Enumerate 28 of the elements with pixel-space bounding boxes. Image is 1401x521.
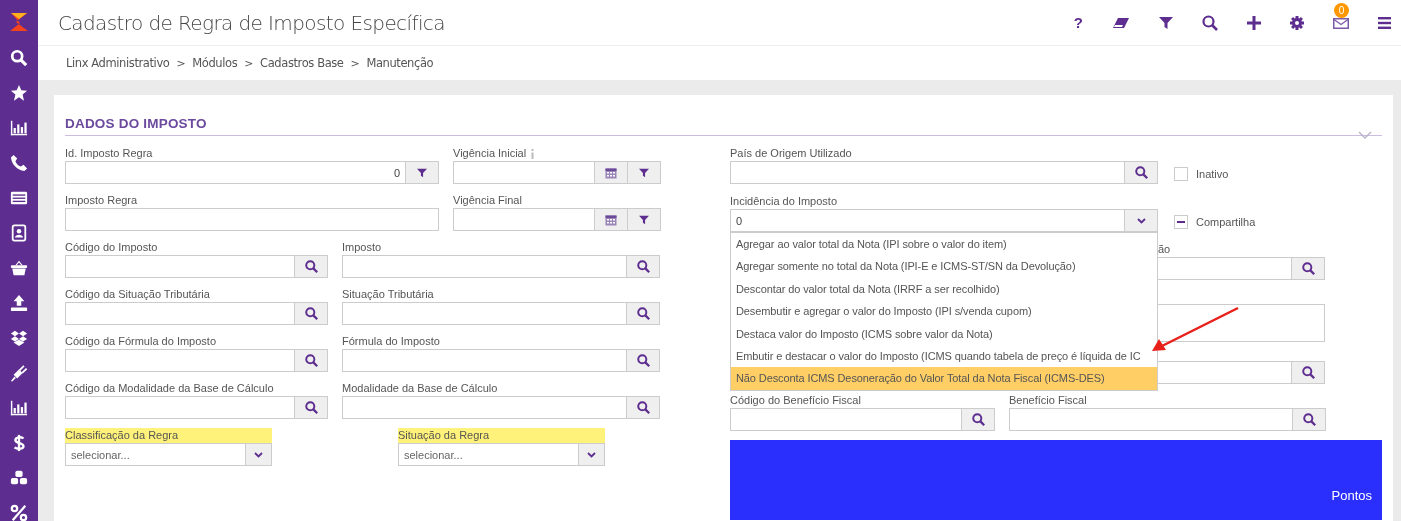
breadcrumb-separator: > bbox=[350, 56, 360, 70]
checkbox-label: Compartilha bbox=[1196, 215, 1256, 228]
notification-badge: 0 bbox=[1334, 3, 1349, 18]
field-label: Benefício Fiscal bbox=[1009, 394, 1087, 407]
field-label: Classificação da Regra bbox=[65, 428, 272, 443]
field-label: Incidência do Imposto bbox=[730, 195, 837, 208]
field-label: Imposto bbox=[342, 241, 382, 254]
panel-label: Pontos bbox=[1331, 488, 1372, 503]
field-label: Imposto Regra bbox=[65, 194, 138, 207]
field-label: Vigência Final bbox=[453, 194, 522, 207]
field-label: Código do Imposto bbox=[65, 241, 158, 254]
page-title: Cadastro de Regra de Imposto Específica bbox=[58, 10, 445, 35]
field-label: ão bbox=[1157, 243, 1171, 256]
field-label: Código do Benefício Fiscal bbox=[730, 394, 861, 407]
field-label: Situação Tributária bbox=[342, 288, 434, 301]
field-label: Vigência Inicial bbox=[453, 147, 527, 160]
breadcrumb-separator: > bbox=[176, 56, 186, 70]
field-label: Código da Fórmula do Imposto bbox=[65, 335, 217, 348]
field-label: Situação da Regra bbox=[398, 428, 605, 443]
checkbox-label: Inativo bbox=[1196, 167, 1229, 180]
field-label: País de Origem Utilizado bbox=[730, 147, 852, 160]
field-label: Modalidade da Base de Cálculo bbox=[342, 382, 498, 395]
section-title: DADOS DO IMPOSTO bbox=[65, 116, 207, 133]
field-label: Id. Imposto Regra bbox=[65, 147, 153, 160]
field-label: Código da Modalidade da Base de Cálculo bbox=[65, 382, 274, 395]
field-label: Fórmula do Imposto bbox=[342, 335, 440, 348]
field-label: Código da Situação Tributária bbox=[65, 288, 210, 301]
breadcrumb-separator: > bbox=[244, 56, 254, 70]
